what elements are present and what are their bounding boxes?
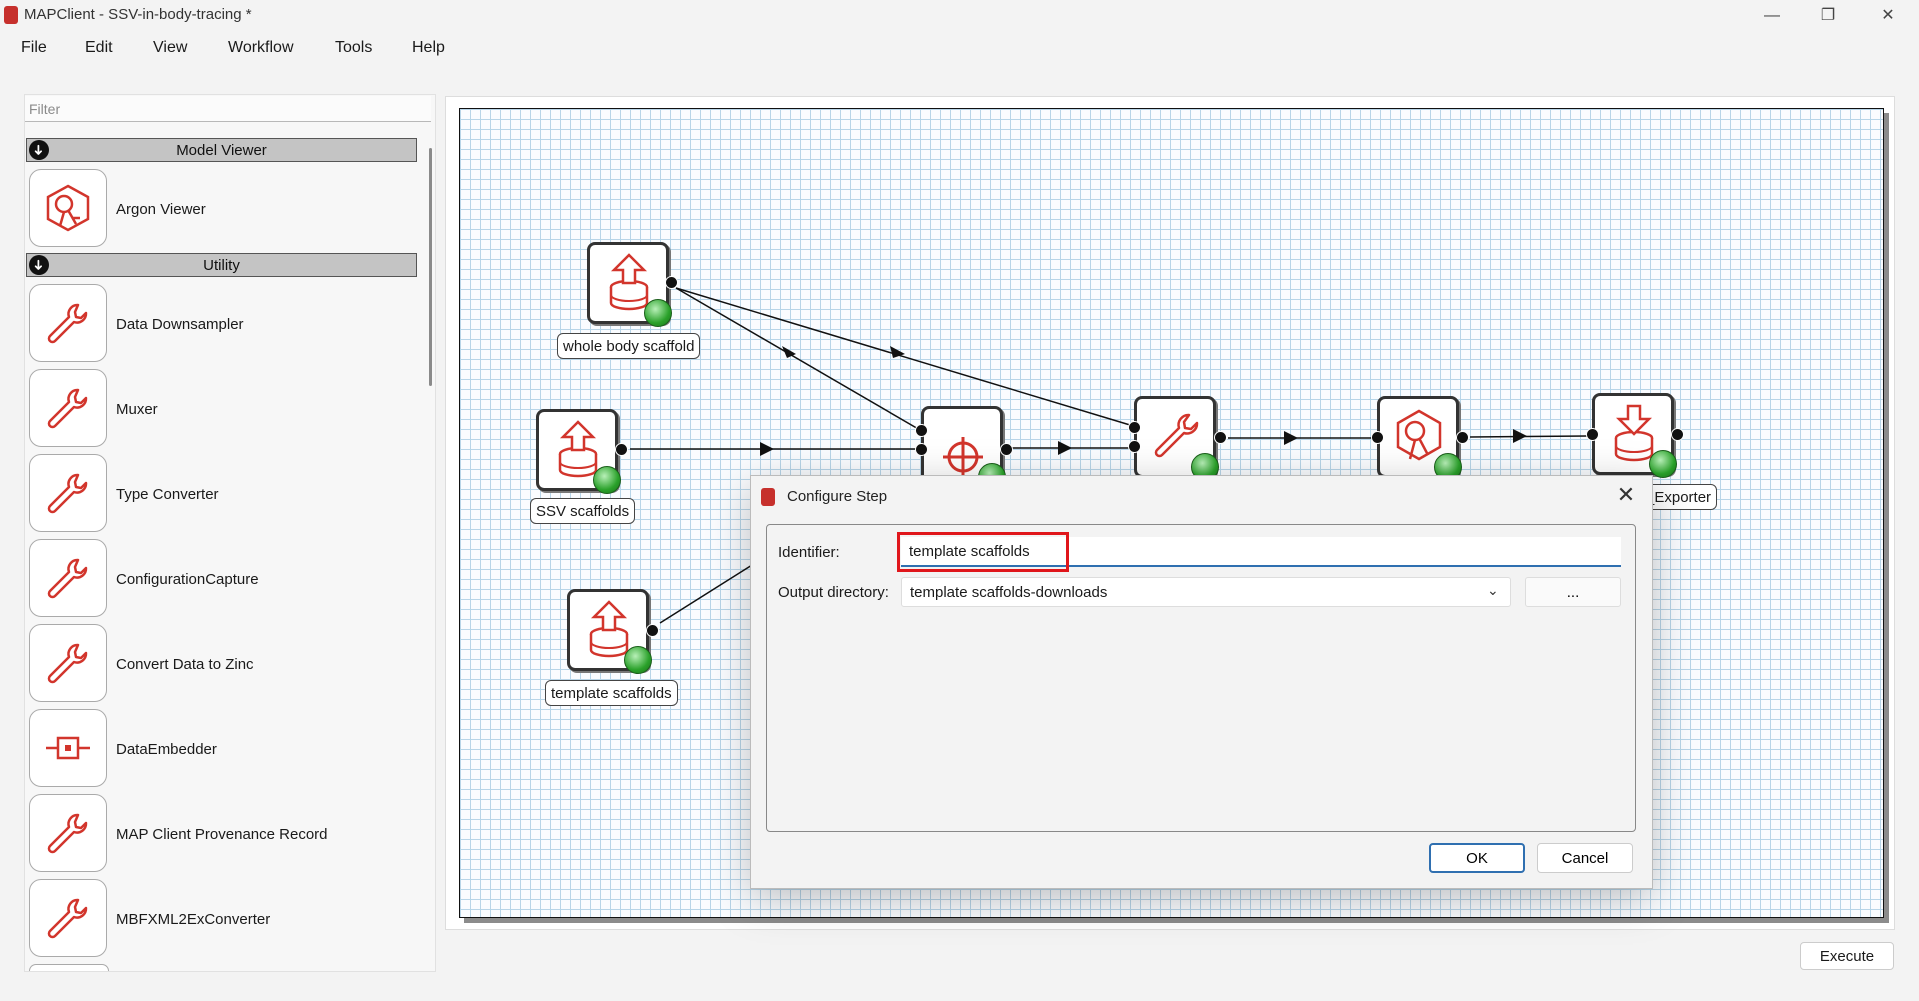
step-label: SSV scaffolds	[530, 498, 636, 524]
chevron-down-icon: ⌄	[1487, 582, 1499, 598]
output-directory-select[interactable]: template scaffolds-downloads ⌄	[901, 577, 1511, 607]
ok-button[interactable]: OK	[1429, 843, 1525, 873]
configured-status-icon	[644, 299, 672, 327]
step-ssv-scaffolds[interactable]	[536, 409, 621, 494]
input-port[interactable]	[1128, 440, 1141, 453]
step-template-scaffolds[interactable]	[567, 589, 652, 674]
configured-status-icon	[624, 646, 652, 674]
configure-step-dialog: Configure Step ✕ Identifier: Output dire…	[750, 475, 1653, 889]
identifier-label: Identifier:	[778, 544, 840, 561]
app-logo-icon	[761, 488, 775, 506]
cancel-button[interactable]: Cancel	[1537, 843, 1633, 873]
output-port[interactable]	[1671, 428, 1684, 441]
output-port[interactable]	[665, 276, 678, 289]
step-viewer[interactable]	[1377, 396, 1462, 481]
connection-arrow	[1513, 429, 1527, 443]
browse-button[interactable]: ...	[1525, 577, 1621, 607]
step-label: whole body scaffold	[557, 333, 701, 359]
output-directory-value: template scaffolds-downloads	[910, 584, 1108, 601]
step-exporter[interactable]	[1592, 393, 1677, 478]
connection-arrow	[1284, 431, 1298, 445]
connection-line	[1469, 435, 1589, 438]
output-port[interactable]	[1214, 431, 1227, 444]
output-port[interactable]	[615, 443, 628, 456]
configured-status-icon	[593, 466, 621, 494]
identifier-input[interactable]	[901, 537, 1621, 567]
input-port[interactable]	[1586, 428, 1599, 441]
input-port[interactable]	[915, 443, 928, 456]
step-whole-body-scaffold[interactable]	[587, 242, 672, 327]
settings-group	[766, 524, 1636, 832]
input-port[interactable]	[1371, 431, 1384, 444]
execute-button[interactable]: Execute	[1800, 942, 1894, 970]
connection-arrow	[1058, 441, 1072, 455]
output-port[interactable]	[1456, 431, 1469, 444]
connection-line	[675, 287, 921, 431]
configured-status-icon	[1649, 450, 1677, 478]
connection-arrow	[760, 442, 774, 456]
step-label: template scaffolds	[545, 680, 678, 706]
output-port[interactable]	[1000, 443, 1013, 456]
dialog-close-button[interactable]: ✕	[1611, 481, 1641, 509]
dialog-title: Configure Step	[787, 488, 888, 505]
connection-line	[675, 287, 1131, 426]
step-utility[interactable]	[1134, 396, 1219, 481]
input-port[interactable]	[915, 424, 928, 437]
output-port[interactable]	[646, 624, 659, 637]
connection-line	[659, 559, 761, 624]
output-directory-label: Output directory:	[778, 584, 889, 601]
input-port[interactable]	[1128, 421, 1141, 434]
